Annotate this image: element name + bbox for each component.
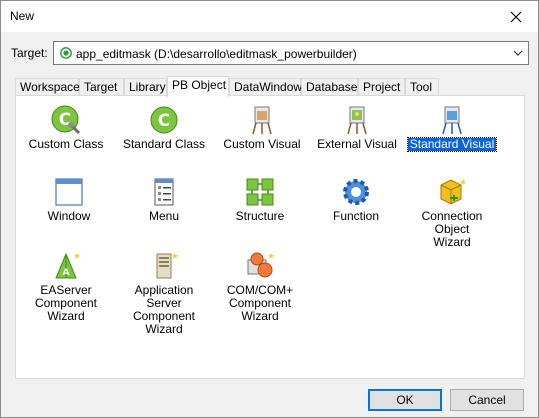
item-label-line: Wizard	[433, 235, 471, 249]
custom-class-icon: C	[51, 105, 81, 135]
dialog-title: New	[10, 9, 35, 23]
item-menu[interactable]: Menu	[114, 176, 214, 223]
tab-library[interactable]: Library	[124, 78, 167, 96]
item-label-line: Component Wizard	[132, 309, 196, 336]
connection-wizard-icon	[440, 179, 466, 205]
new-dialog: New Target: app_editmask (D:\desarrollo\…	[0, 0, 539, 418]
item-label: Application Server Component Wizard	[114, 284, 214, 336]
tab-tool[interactable]: Tool	[405, 78, 439, 96]
item-connection-object-wizard[interactable]: Connection Object Wizard	[402, 176, 502, 249]
item-custom-visual[interactable]: Custom Visual	[212, 104, 312, 151]
item-label-line: EAServer	[40, 283, 92, 297]
item-label: Function	[332, 209, 380, 223]
window-icon	[55, 178, 83, 206]
item-window[interactable]: Window	[19, 176, 119, 223]
standard-class-icon: C	[150, 106, 178, 134]
target-value: app_editmask (D:\desarrollo\editmask_pow…	[76, 47, 357, 61]
item-structure[interactable]: Structure	[210, 176, 310, 223]
item-com-component-wizard[interactable]: COM/COM+ Component Wizard	[210, 250, 310, 323]
item-label: Menu	[148, 209, 180, 223]
target-label: Target:	[11, 46, 48, 60]
item-easerver-component-wizard[interactable]: A EAServer Component Wizard	[16, 250, 116, 323]
item-label-line: Connection Object	[421, 209, 483, 236]
external-visual-icon	[347, 106, 367, 135]
item-label: Custom Class	[28, 137, 104, 151]
object-list: C Custom Class C Standard Class Custom V…	[15, 95, 525, 379]
item-label-line: Application Server	[134, 283, 194, 310]
svg-text:C: C	[158, 111, 170, 131]
com-wizard-icon	[247, 252, 274, 278]
tab-label: Target	[84, 80, 118, 94]
item-application-server-component-wizard[interactable]: Application Server Component Wizard	[114, 250, 214, 336]
item-function[interactable]: Function	[306, 176, 406, 223]
chevron-down-icon	[513, 50, 523, 56]
function-icon	[343, 179, 369, 205]
item-label: External Visual	[317, 137, 397, 151]
easerver-wizard-icon: A	[55, 252, 80, 279]
item-label: COM/COM+ Component Wizard	[210, 284, 310, 323]
tab-label: PB Object	[172, 78, 227, 92]
tab-project[interactable]: Project	[358, 78, 405, 96]
close-button[interactable]	[493, 1, 538, 32]
tab-datawindow[interactable]: DataWindow	[229, 78, 303, 96]
item-label: Connection Object Wizard	[402, 210, 502, 249]
title-bar: New	[1, 1, 538, 32]
tab-workspace[interactable]: Workspace	[15, 78, 80, 96]
app-server-wizard-icon	[156, 253, 178, 279]
tab-label: Project	[363, 80, 401, 94]
tab-label: Tool	[410, 80, 433, 94]
tab-database[interactable]: Database	[301, 78, 358, 96]
item-label: EAServer Component Wizard	[16, 284, 116, 323]
item-label-line: COM/COM+	[226, 283, 294, 297]
item-label: Standard Class	[122, 137, 206, 151]
target-combo[interactable]: app_editmask (D:\desarrollo\editmask_pow…	[53, 41, 529, 65]
close-icon	[510, 11, 521, 22]
item-custom-class[interactable]: C Custom Class	[16, 104, 116, 151]
structure-icon	[246, 178, 274, 206]
menu-icon	[154, 178, 174, 206]
tab-label: Database	[306, 80, 358, 94]
tab-target[interactable]: Target	[79, 78, 124, 96]
tab-pb-object[interactable]: PB Object	[167, 76, 229, 97]
item-label-line: Component Wizard	[228, 296, 292, 323]
item-label-line: Component Wizard	[34, 296, 98, 323]
tab-label: Library	[129, 80, 166, 94]
item-standard-visual[interactable]: Standard Visual	[402, 104, 502, 152]
item-label: Window	[47, 209, 91, 223]
item-standard-class[interactable]: C Standard Class	[114, 104, 214, 151]
target-icon	[60, 47, 72, 59]
tab-label: Workspace	[20, 80, 80, 94]
tab-label: DataWindow	[234, 80, 303, 94]
item-label: Standard Visual	[406, 137, 498, 152]
item-label: Structure	[235, 209, 285, 223]
ok-button[interactable]: OK	[368, 389, 442, 411]
cancel-button[interactable]: Cancel	[450, 389, 524, 411]
standard-visual-icon	[442, 106, 462, 135]
svg-text:A: A	[63, 268, 70, 278]
custom-visual-icon	[252, 106, 272, 135]
item-external-visual[interactable]: External Visual	[307, 104, 407, 151]
item-label: Custom Visual	[223, 137, 301, 151]
